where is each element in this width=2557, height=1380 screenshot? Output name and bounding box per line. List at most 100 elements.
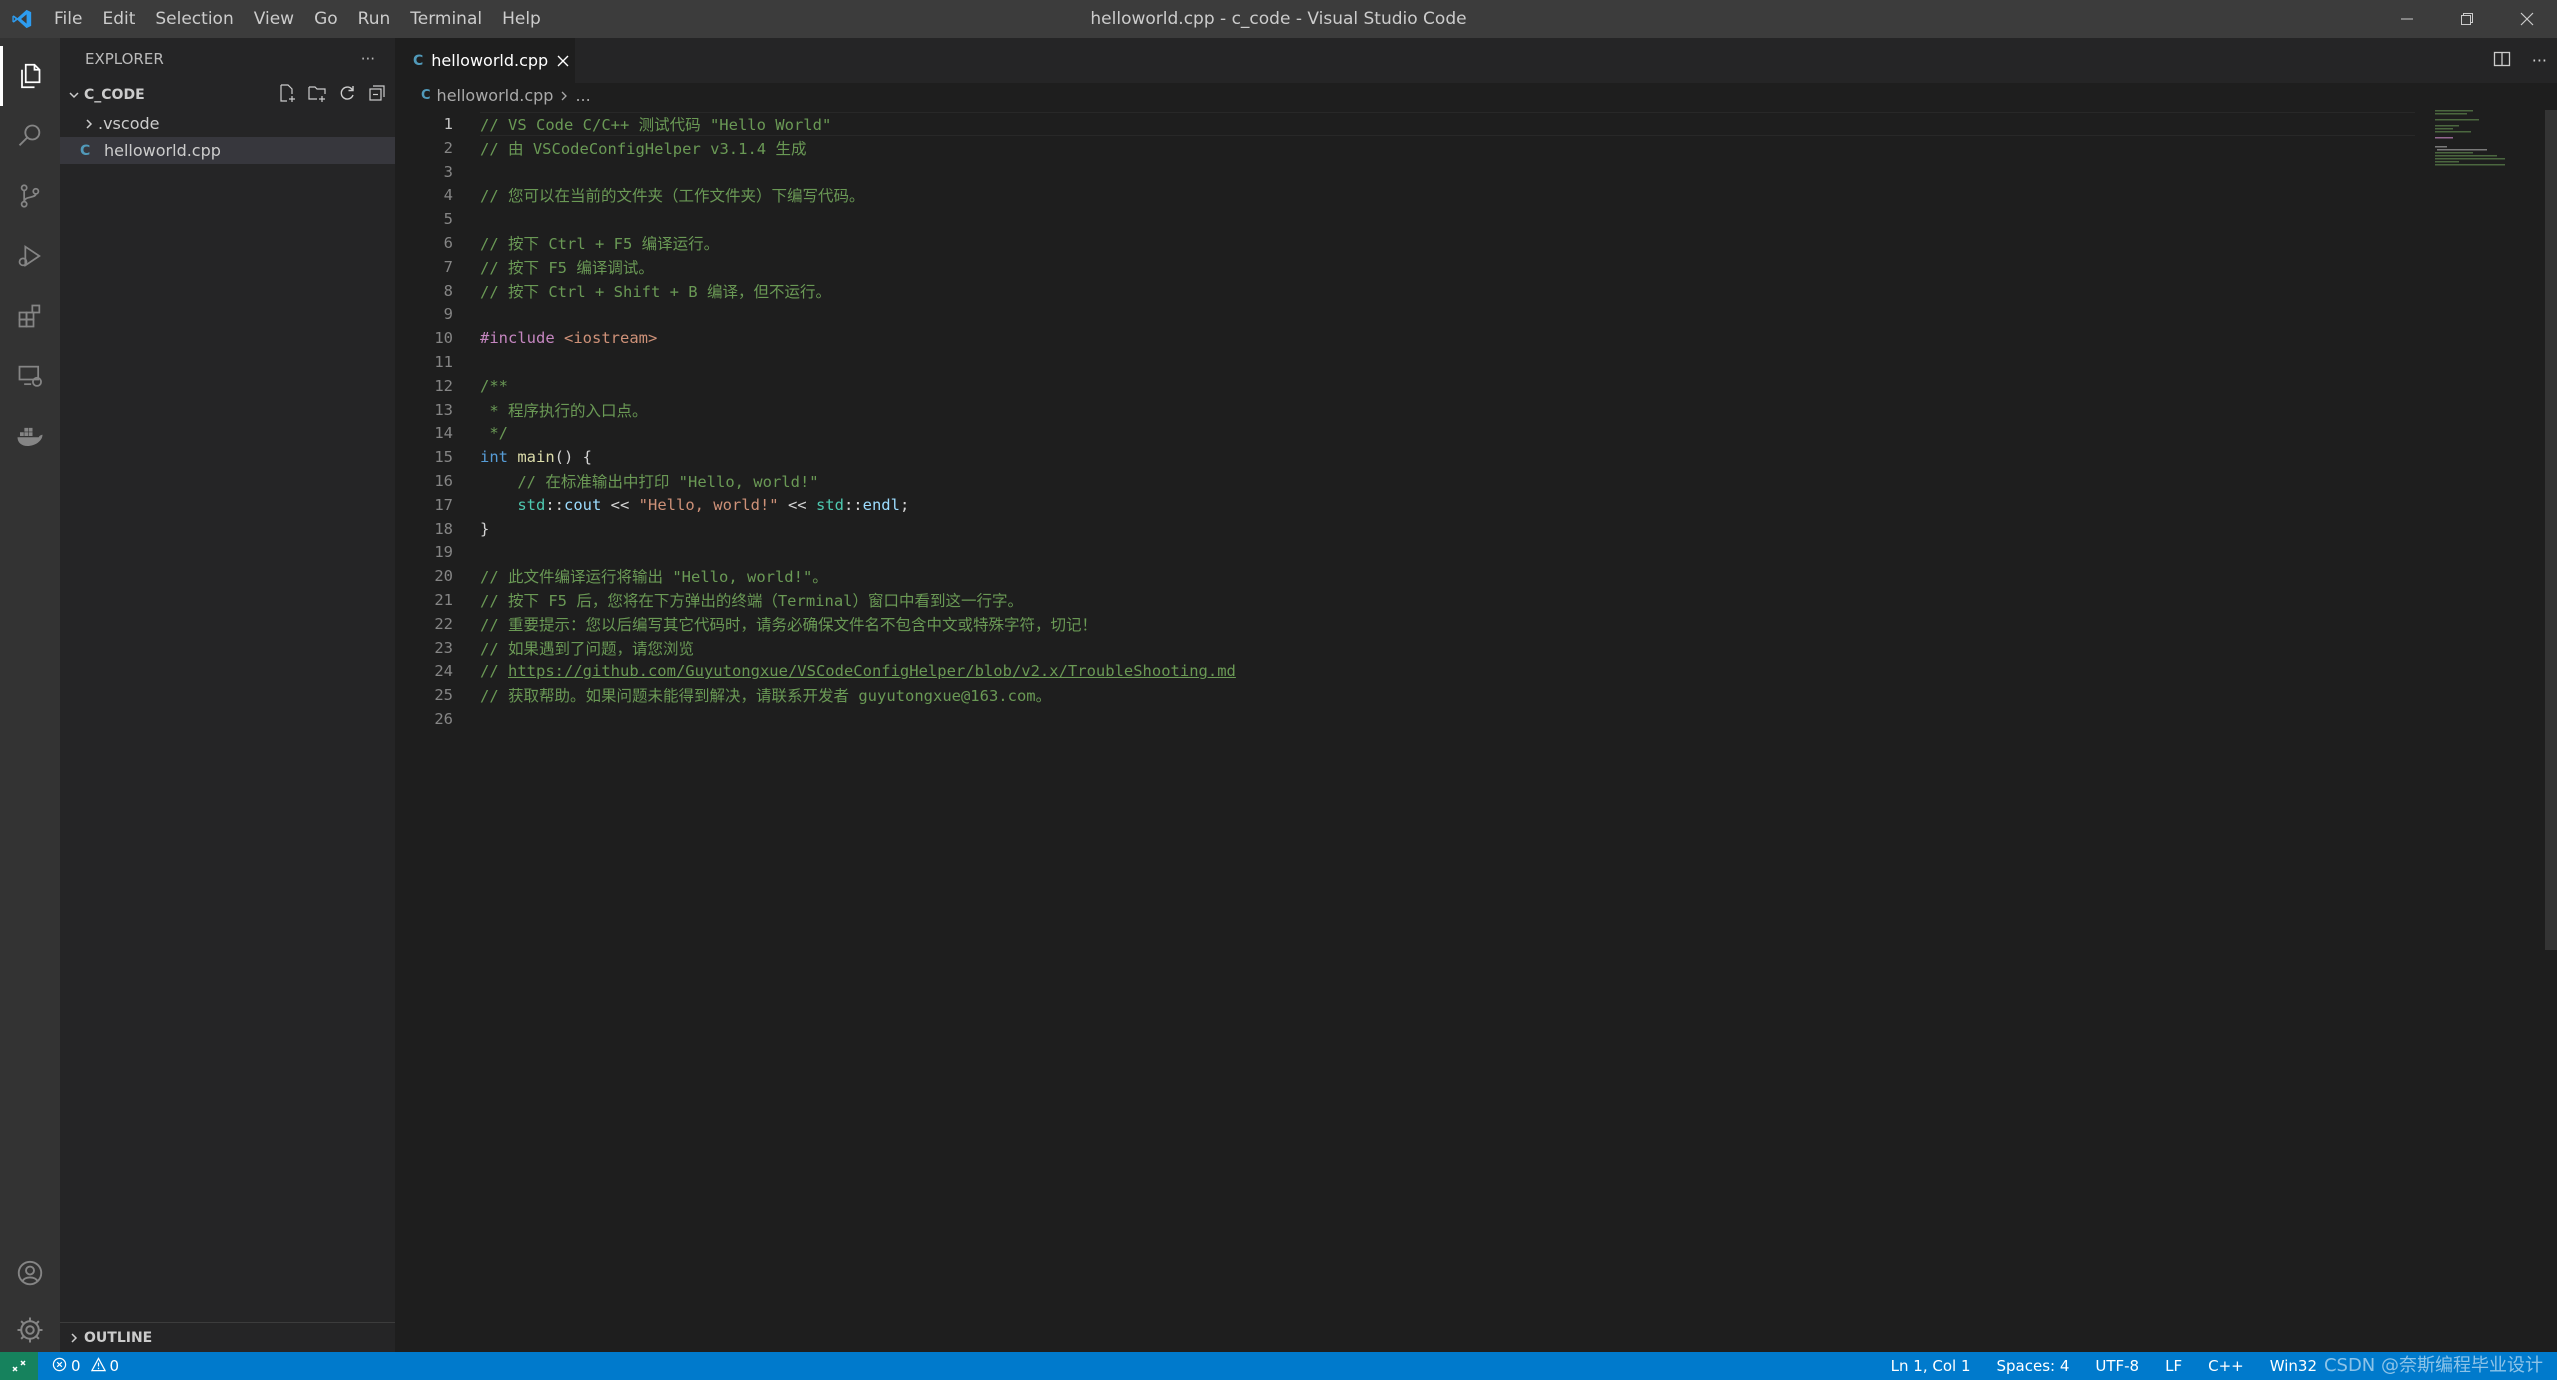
- split-editor-icon[interactable]: [2492, 49, 2512, 73]
- code-line[interactable]: 8 // 按下 Ctrl + Shift + B 编译，但不运行。: [395, 279, 2425, 303]
- menu-file[interactable]: File: [44, 0, 92, 38]
- code-editor[interactable]: 1 // VS Code C/C++ 测试代码 "Hello World" 2 // …: [395, 108, 2557, 1352]
- code-line[interactable]: 14 */: [395, 421, 2425, 445]
- tree-item-vscode-folder[interactable]: .vscode: [60, 110, 395, 137]
- code-line[interactable]: 7 // 按下 F5 编译调试。: [395, 255, 2425, 279]
- remote-indicator-icon[interactable]: [0, 1352, 38, 1380]
- folder-section-header[interactable]: C_CODE: [60, 80, 395, 110]
- new-file-icon[interactable]: [277, 83, 297, 107]
- line-number: 4: [443, 186, 453, 205]
- code-line[interactable]: 2 // 由 VSCodeConfigHelper v3.1.4 生成: [395, 136, 2425, 160]
- code-line[interactable]: 19: [395, 540, 2425, 564]
- menu-view[interactable]: View: [244, 0, 304, 38]
- warning-count: 0: [109, 1357, 120, 1375]
- minimap[interactable]: [2433, 108, 2543, 168]
- menu-selection[interactable]: Selection: [145, 0, 243, 38]
- end-of-line[interactable]: LF: [2165, 1357, 2182, 1375]
- code-text: // 按下 Ctrl + Shift + B 编译，但不运行。: [480, 280, 831, 302]
- code-line[interactable]: 1 // VS Code C/C++ 测试代码 "Hello World": [395, 112, 2425, 136]
- outline-section-header[interactable]: OUTLINE: [60, 1322, 395, 1352]
- tab-helloworld-cpp[interactable]: C helloworld.cpp: [395, 38, 575, 83]
- code-text: // 在标准输出中打印 "Hello, world!": [480, 470, 818, 492]
- code-line[interactable]: 4 // 您可以在当前的文件夹（工作文件夹）下编写代码。: [395, 183, 2425, 207]
- code-line[interactable]: 24 // https://github.com/Guyutongxue/VSCo…: [395, 659, 2425, 683]
- code-line[interactable]: 20 // 此文件编译运行将输出 "Hello, world!"。: [395, 564, 2425, 588]
- code-line[interactable]: 9: [395, 302, 2425, 326]
- extensions-icon[interactable]: [0, 286, 60, 346]
- new-folder-icon[interactable]: [307, 83, 327, 107]
- docker-icon[interactable]: [0, 406, 60, 466]
- menu-help[interactable]: Help: [492, 0, 551, 38]
- code-text: int main() {: [480, 448, 592, 466]
- code-line[interactable]: 22 // 重要提示：您以后编写其它代码时，请务必确保文件名不包含中文或特殊字符，…: [395, 612, 2425, 636]
- menu-go[interactable]: Go: [304, 0, 348, 38]
- more-actions-icon[interactable]: ···: [2532, 51, 2547, 70]
- code-line[interactable]: 10 #include <iostream>: [395, 326, 2425, 350]
- code-line[interactable]: 3: [395, 160, 2425, 184]
- code-text: }: [480, 520, 489, 538]
- error-count: 0: [71, 1357, 81, 1375]
- code-line[interactable]: 18}: [395, 517, 2425, 541]
- code-token: // 此文件编译运行将输出 "Hello, world!"。: [480, 568, 828, 587]
- code-line[interactable]: 17 std::cout << "Hello, world!" << std::…: [395, 493, 2425, 517]
- code-line[interactable]: 6 // 按下 Ctrl + F5 编译运行。: [395, 231, 2425, 255]
- menu-run[interactable]: Run: [348, 0, 401, 38]
- remote-explorer-icon[interactable]: [0, 346, 60, 406]
- refresh-icon[interactable]: [337, 83, 357, 107]
- code-line[interactable]: 15 int main() {: [395, 445, 2425, 469]
- code-text: // 如果遇到了问题，请您浏览: [480, 637, 694, 659]
- code-line[interactable]: 5: [395, 207, 2425, 231]
- restore-button[interactable]: [2437, 0, 2497, 38]
- encoding[interactable]: UTF-8: [2095, 1357, 2139, 1375]
- manage-gear-icon[interactable]: [0, 1300, 60, 1360]
- code-line[interactable]: 25 // 获取帮助。如果问题未能得到解决，请联系开发者 guyutongxue@…: [395, 683, 2425, 707]
- explorer-more-actions[interactable]: ···: [361, 50, 375, 68]
- error-icon: [52, 1357, 67, 1376]
- code-token: ::: [545, 495, 564, 514]
- explorer-icon[interactable]: [0, 46, 60, 106]
- line-number: 1: [443, 115, 453, 133]
- code-token: }: [480, 519, 490, 538]
- code-text: // 按下 Ctrl + F5 编译运行。: [480, 232, 719, 254]
- line-number: 6: [443, 234, 453, 252]
- source-control-icon[interactable]: [0, 166, 60, 226]
- platform[interactable]: Win32: [2270, 1357, 2317, 1375]
- line-number: 24: [434, 662, 453, 681]
- explorer-title: EXPLORER: [85, 50, 164, 68]
- problems-indicator[interactable]: 0 0: [38, 1356, 120, 1376]
- title-bar: File Edit Selection View Go Run Terminal…: [0, 0, 2557, 38]
- vertical-scrollbar[interactable]: [2543, 108, 2557, 1352]
- code-token[interactable]: https://github.com/Guyutongxue/VSCodeCon…: [508, 662, 1236, 680]
- code-line[interactable]: 12 /**: [395, 374, 2425, 398]
- code-line[interactable]: 23 // 如果遇到了问题，请您浏览: [395, 636, 2425, 660]
- close-tab-icon[interactable]: [556, 54, 570, 68]
- breadcrumb-symbol[interactable]: ...: [575, 86, 590, 105]
- code-token: // 按下 F5 后，您将在下方弹出的终端（Terminal）窗口中看到这一行字…: [480, 592, 1023, 610]
- watermark: CSDN @奈斯编程毕业设计: [2323, 1355, 2543, 1376]
- code-line[interactable]: 16 // 在标准输出中打印 "Hello, world!": [395, 469, 2425, 493]
- code-line[interactable]: 11: [395, 350, 2425, 374]
- close-window-button[interactable]: [2497, 0, 2557, 38]
- line-number: 8: [443, 281, 453, 300]
- indentation[interactable]: Spaces: 4: [1996, 1357, 2069, 1375]
- code-line[interactable]: 21 // 按下 F5 后，您将在下方弹出的终端（Terminal）窗口中看到这一…: [395, 588, 2425, 612]
- tree-item-helloworld-cpp[interactable]: C helloworld.cpp: [60, 137, 395, 164]
- code-token: //: [480, 662, 508, 681]
- menu-terminal[interactable]: Terminal: [400, 0, 492, 38]
- language-mode[interactable]: C++: [2208, 1357, 2244, 1375]
- code-line[interactable]: 26: [395, 707, 2425, 731]
- line-number: 21: [434, 591, 453, 609]
- search-icon[interactable]: [0, 106, 60, 166]
- code-token: <iostream>: [564, 329, 658, 348]
- breadcrumb-file[interactable]: helloworld.cpp: [437, 86, 554, 105]
- code-text: // 此文件编译运行将输出 "Hello, world!"。: [480, 565, 828, 587]
- window-controls: [2377, 0, 2557, 38]
- scrollbar-thumb[interactable]: [2545, 110, 2557, 950]
- run-debug-icon[interactable]: [0, 226, 60, 286]
- code-line[interactable]: 13 * 程序执行的入口点。: [395, 398, 2425, 422]
- minimize-button[interactable]: [2377, 0, 2437, 38]
- collapse-all-icon[interactable]: [367, 83, 387, 107]
- menu-edit[interactable]: Edit: [92, 0, 145, 38]
- cursor-position[interactable]: Ln 1, Col 1: [1891, 1357, 1971, 1375]
- accounts-icon[interactable]: [0, 1243, 60, 1303]
